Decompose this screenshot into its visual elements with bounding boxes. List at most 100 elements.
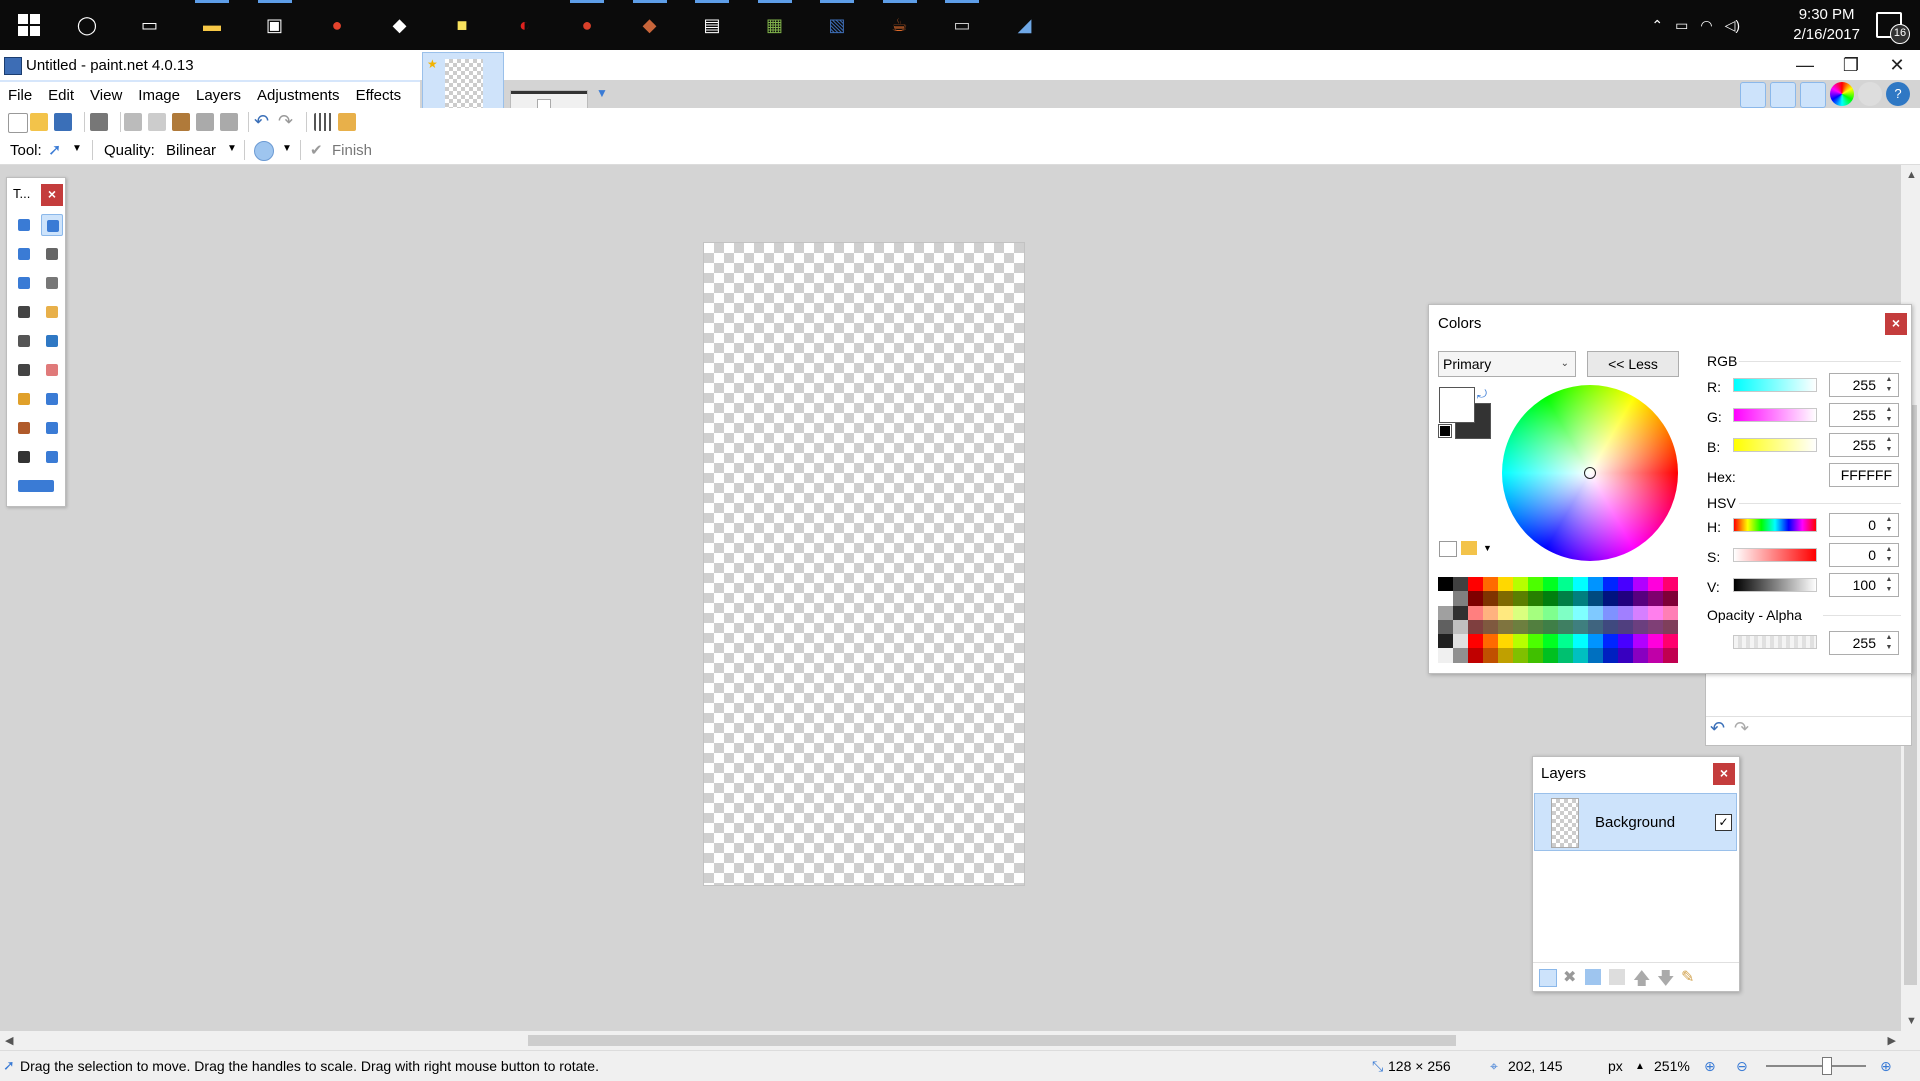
undo-icon[interactable]: ↶ (254, 112, 272, 131)
palette-swatch[interactable] (1468, 591, 1483, 606)
saturation-input[interactable]: 0 ▲ ▼ (1829, 543, 1899, 567)
palette-swatch[interactable] (1618, 634, 1633, 649)
save-icon[interactable] (54, 113, 72, 131)
palette-swatch[interactable] (1588, 577, 1603, 592)
task-view-icon[interactable]: ▭ (133, 8, 167, 42)
palette-swatch[interactable] (1603, 591, 1618, 606)
spinner-icon[interactable]: ▲ ▼ (1882, 633, 1896, 653)
move-selection-icon[interactable] (41, 214, 63, 236)
palette-swatch[interactable] (1528, 605, 1543, 620)
palette-swatch[interactable] (1528, 648, 1543, 663)
palette-swatch[interactable] (1573, 591, 1588, 606)
zoom-icon[interactable] (41, 272, 63, 294)
palette-swatch[interactable] (1558, 605, 1573, 620)
palette-swatch[interactable] (1633, 619, 1648, 635)
clone-stamp-icon[interactable] (13, 417, 35, 439)
palette-swatch[interactable] (1618, 619, 1633, 635)
palette-swatch[interactable] (1468, 634, 1483, 649)
palette-swatch[interactable] (1528, 577, 1543, 592)
copy-icon[interactable] (148, 113, 166, 131)
color-picker-icon[interactable] (41, 388, 63, 410)
palette-swatch[interactable] (1648, 634, 1663, 649)
crop-to-selection-icon[interactable] (196, 113, 214, 131)
units-dropdown-icon[interactable]: ▲ (1635, 1061, 1645, 1072)
close-window-button[interactable]: ✕ (1874, 50, 1920, 80)
scroll-down-icon[interactable]: ▼ (1906, 1015, 1917, 1027)
palette-swatch[interactable] (1453, 577, 1468, 592)
layer-visibility-checkbox[interactable]: ✓ (1715, 814, 1732, 831)
scroll-up-icon[interactable]: ▲ (1906, 169, 1917, 181)
palette-swatch[interactable] (1483, 648, 1498, 663)
palette-swatch[interactable] (1663, 605, 1678, 620)
chevron-up-icon[interactable]: ⌃ (1651, 17, 1663, 34)
green-slider[interactable] (1733, 408, 1817, 422)
palette-swatch[interactable] (1633, 648, 1648, 663)
palette-swatch[interactable] (1483, 634, 1498, 649)
color-mode-select[interactable]: Primary ⌄ (1438, 351, 1576, 377)
app-red-icon[interactable]: ● (570, 0, 604, 42)
history-undo-icon[interactable]: ↶ (1710, 718, 1725, 739)
terminal-icon[interactable]: ▭ (945, 0, 979, 42)
scroll-right-icon[interactable]: ▶ (1888, 1034, 1896, 1047)
palette-swatch[interactable] (1483, 619, 1498, 635)
rulers-icon[interactable] (338, 113, 356, 131)
palette-swatch[interactable] (1618, 648, 1633, 663)
palette-swatch[interactable] (1648, 605, 1663, 620)
spinner-icon[interactable]: ▲ ▼ (1882, 575, 1896, 595)
swap-colors-icon[interactable]: ⤾ (1477, 387, 1487, 402)
scroll-left-icon[interactable]: ◀ (5, 1034, 13, 1047)
open-icon[interactable] (30, 113, 48, 131)
less-button[interactable]: << Less (1587, 351, 1679, 377)
palette-swatch[interactable] (1663, 634, 1678, 649)
palette-swatch[interactable] (1633, 605, 1648, 620)
file-explorer-icon[interactable]: ▬ (195, 0, 229, 42)
saturation-slider[interactable] (1733, 548, 1817, 562)
palette-swatch[interactable] (1438, 648, 1453, 663)
delete-layer-icon[interactable]: ✖ (1563, 967, 1576, 987)
zoom-slider[interactable] (1766, 1057, 1866, 1075)
palette-swatch[interactable] (1438, 577, 1453, 592)
alpha-slider[interactable] (1733, 635, 1817, 649)
tools-panel-close-button[interactable]: × (41, 184, 63, 206)
palette-swatch[interactable] (1603, 648, 1618, 663)
units-select[interactable]: px (1608, 1058, 1623, 1074)
palette-swatch[interactable] (1558, 634, 1573, 649)
wifi-icon[interactable]: ◠ (1700, 17, 1712, 34)
palette-swatch[interactable] (1513, 648, 1528, 663)
palette-swatch[interactable] (1573, 605, 1588, 620)
sticky-notes-icon[interactable]: ■ (445, 8, 479, 42)
palette-swatch[interactable] (1648, 619, 1663, 635)
palette-swatch[interactable] (1453, 619, 1468, 635)
palette-swatch[interactable] (1633, 591, 1648, 606)
palette-swatch[interactable] (1573, 577, 1588, 592)
start-button[interactable] (18, 14, 40, 36)
palette-swatch[interactable] (1453, 605, 1468, 620)
palette-swatch[interactable] (1438, 591, 1453, 606)
value-slider[interactable] (1733, 578, 1817, 592)
palette-swatch[interactable] (1438, 605, 1453, 620)
action-center-button[interactable]: 16 (1876, 12, 1910, 44)
quality-dropdown-chevron-icon[interactable]: ▼ (227, 143, 237, 154)
paint-bucket-icon[interactable] (13, 330, 35, 352)
paintnet-icon[interactable]: ▧ (820, 0, 854, 42)
blue-app-icon[interactable]: ◢ (1008, 8, 1042, 42)
palette-swatch[interactable] (1453, 648, 1468, 663)
layers-panel-close-button[interactable]: × (1713, 763, 1735, 785)
cut-icon[interactable] (124, 113, 142, 131)
tab-list-dropdown-icon[interactable]: ▼ (596, 86, 608, 100)
quality-select[interactable]: Bilinear (166, 142, 216, 159)
palette-swatch[interactable] (1603, 619, 1618, 635)
color-wheel-marker[interactable] (1584, 467, 1596, 479)
layers-toggle-icon[interactable] (1800, 82, 1826, 108)
palette-swatch[interactable] (1663, 619, 1678, 635)
blue-slider[interactable] (1733, 438, 1817, 452)
palette-swatch[interactable] (1498, 619, 1513, 635)
zoom-to-window-icon[interactable]: ⊕ (1704, 1058, 1716, 1075)
color-wheel[interactable] (1502, 385, 1678, 561)
minimize-button[interactable]: — (1782, 50, 1828, 80)
history-redo-icon[interactable]: ↷ (1734, 718, 1749, 739)
history-toggle-icon[interactable] (1770, 82, 1796, 108)
palette-swatch[interactable] (1498, 577, 1513, 592)
palette-swatch[interactable] (1513, 634, 1528, 649)
move-layer-down-icon[interactable]: 🡇 (1657, 966, 1674, 995)
